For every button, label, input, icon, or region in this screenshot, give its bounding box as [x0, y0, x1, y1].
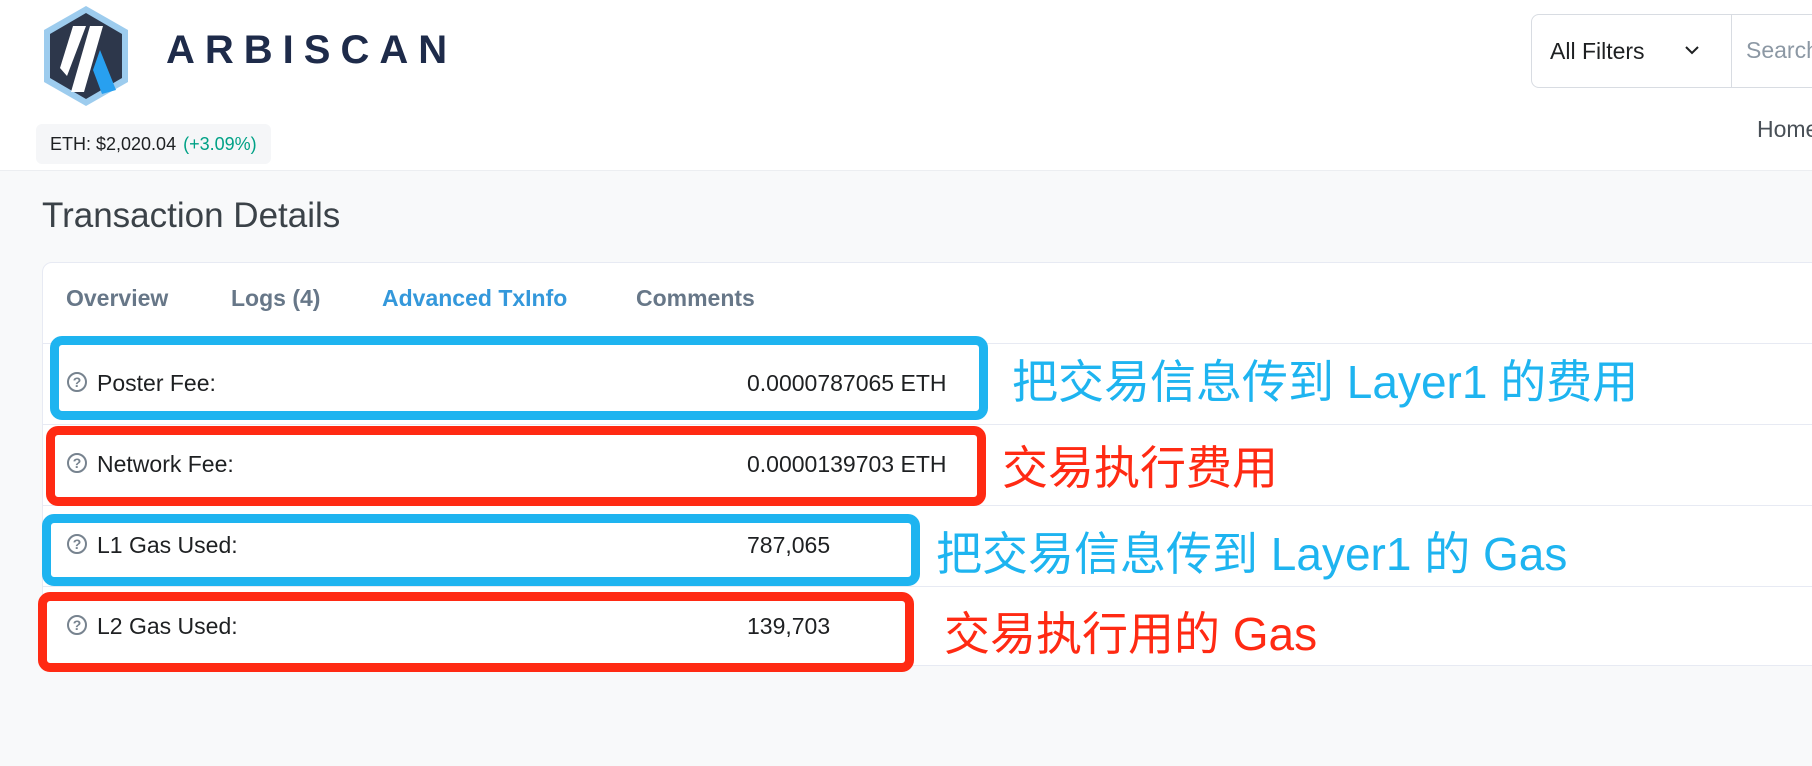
- site-header: ARBISCAN ETH: $2,020.04 (+3.09%) All Fil…: [0, 0, 1812, 171]
- eth-price-badge: ETH: $2,020.04 (+3.09%): [36, 124, 271, 164]
- annotation-poster-fee: 把交易信息传到 Layer1 的费用: [1012, 356, 1639, 408]
- highlight-box-l2-gas: [38, 592, 914, 672]
- search-bar: All Filters: [1531, 14, 1812, 88]
- chevron-down-icon: [1685, 46, 1699, 55]
- tab-logs[interactable]: Logs (4): [231, 285, 320, 312]
- tab-bar: Overview Logs (4) Advanced TxInfo Commen…: [43, 263, 1812, 344]
- highlight-box-l1-gas: [42, 514, 920, 586]
- annotation-l1-gas: 把交易信息传到 Layer1 的 Gas: [936, 528, 1568, 580]
- nav-home[interactable]: Home: [1757, 116, 1812, 143]
- highlight-box-poster-fee: [50, 336, 988, 420]
- brand-name[interactable]: ARBISCAN: [166, 28, 457, 73]
- filter-select[interactable]: All Filters: [1532, 15, 1732, 87]
- tab-advanced-txinfo[interactable]: Advanced TxInfo: [382, 285, 567, 312]
- filter-label: All Filters: [1550, 37, 1645, 64]
- highlight-box-network-fee: [46, 426, 986, 506]
- eth-price-change: (+3.09%): [183, 133, 257, 154]
- annotation-l2-gas: 交易执行用的 Gas: [944, 608, 1318, 660]
- tab-comments[interactable]: Comments: [636, 285, 755, 312]
- annotation-network-fee: 交易执行费用: [1002, 442, 1278, 494]
- tab-overview[interactable]: Overview: [66, 285, 168, 312]
- eth-price: ETH: $2,020.04: [50, 133, 177, 154]
- search-input[interactable]: [1736, 15, 1812, 85]
- page-title: Transaction Details: [42, 196, 341, 235]
- arbiscan-logo-icon[interactable]: [40, 4, 132, 108]
